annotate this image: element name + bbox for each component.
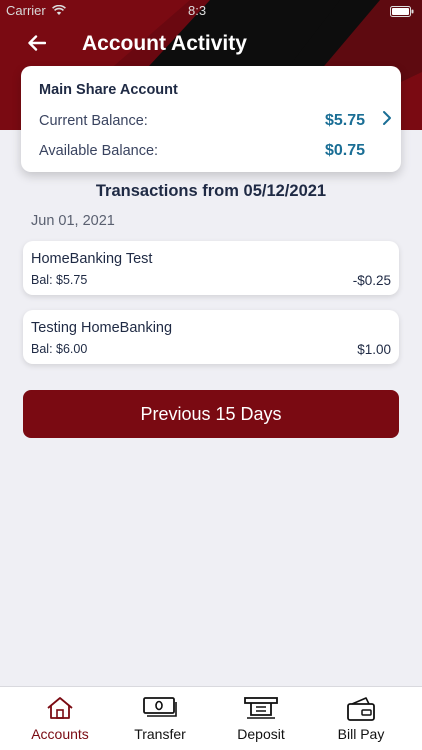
account-name: Main Share Account (39, 82, 178, 98)
cash-icon (142, 696, 178, 725)
wallet-card-icon (346, 696, 376, 727)
available-balance-value: $0.75 (324, 142, 365, 159)
transaction-description: HomeBanking Test (31, 251, 153, 267)
transactions-heading: Transactions from 05/12/2021 (95, 182, 327, 200)
transaction-row[interactable]: HomeBanking Test Bal: $5.75 -$0.25 (23, 241, 399, 295)
transaction-balance: Bal: $6.00 (31, 342, 88, 356)
available-balance-label: Available Balance: (39, 143, 159, 159)
chevron-right-icon[interactable] (382, 110, 392, 131)
tab-bill-pay[interactable]: Bill Pay (311, 687, 411, 750)
tab-label: Transfer (134, 726, 186, 742)
carrier-label: Carrier (6, 3, 46, 18)
current-balance-label: Current Balance: (39, 113, 148, 129)
tab-deposit[interactable]: Deposit (211, 687, 311, 750)
tab-accounts[interactable]: Accounts (10, 687, 110, 750)
date-group-header: Jun 01, 2021 (31, 213, 115, 229)
back-button[interactable] (22, 30, 52, 60)
account-summary-card[interactable]: Main Share Account Current Balance: $5.7… (21, 66, 401, 172)
clock: 8:3 (188, 3, 207, 18)
current-balance-value: $5.75 (324, 112, 365, 129)
tab-label: Deposit (237, 726, 285, 742)
previous-15-days-button[interactable]: Previous 15 Days (23, 390, 399, 438)
tab-bar: Accounts Transfer Deposit Bill Pay (0, 686, 422, 750)
home-icon (46, 696, 74, 725)
tab-transfer[interactable]: Transfer (110, 687, 210, 750)
check-deposit-icon (243, 696, 279, 725)
transaction-amount: -$0.25 (352, 273, 391, 288)
tab-label: Bill Pay (337, 726, 385, 742)
nav-bar: Account Activity (0, 26, 422, 66)
status-bar: Carrier 8:3 (0, 0, 422, 22)
page-title: Account Activity (82, 32, 247, 55)
transaction-row[interactable]: Testing HomeBanking Bal: $6.00 $1.00 (23, 310, 399, 364)
wifi-icon (52, 4, 66, 19)
tab-label: Accounts (31, 726, 89, 742)
battery-icon (390, 5, 414, 20)
transaction-description: Testing HomeBanking (31, 320, 173, 336)
transaction-amount: $1.00 (357, 342, 391, 357)
arrow-left-icon (28, 34, 47, 56)
transaction-balance: Bal: $5.75 (31, 273, 88, 287)
